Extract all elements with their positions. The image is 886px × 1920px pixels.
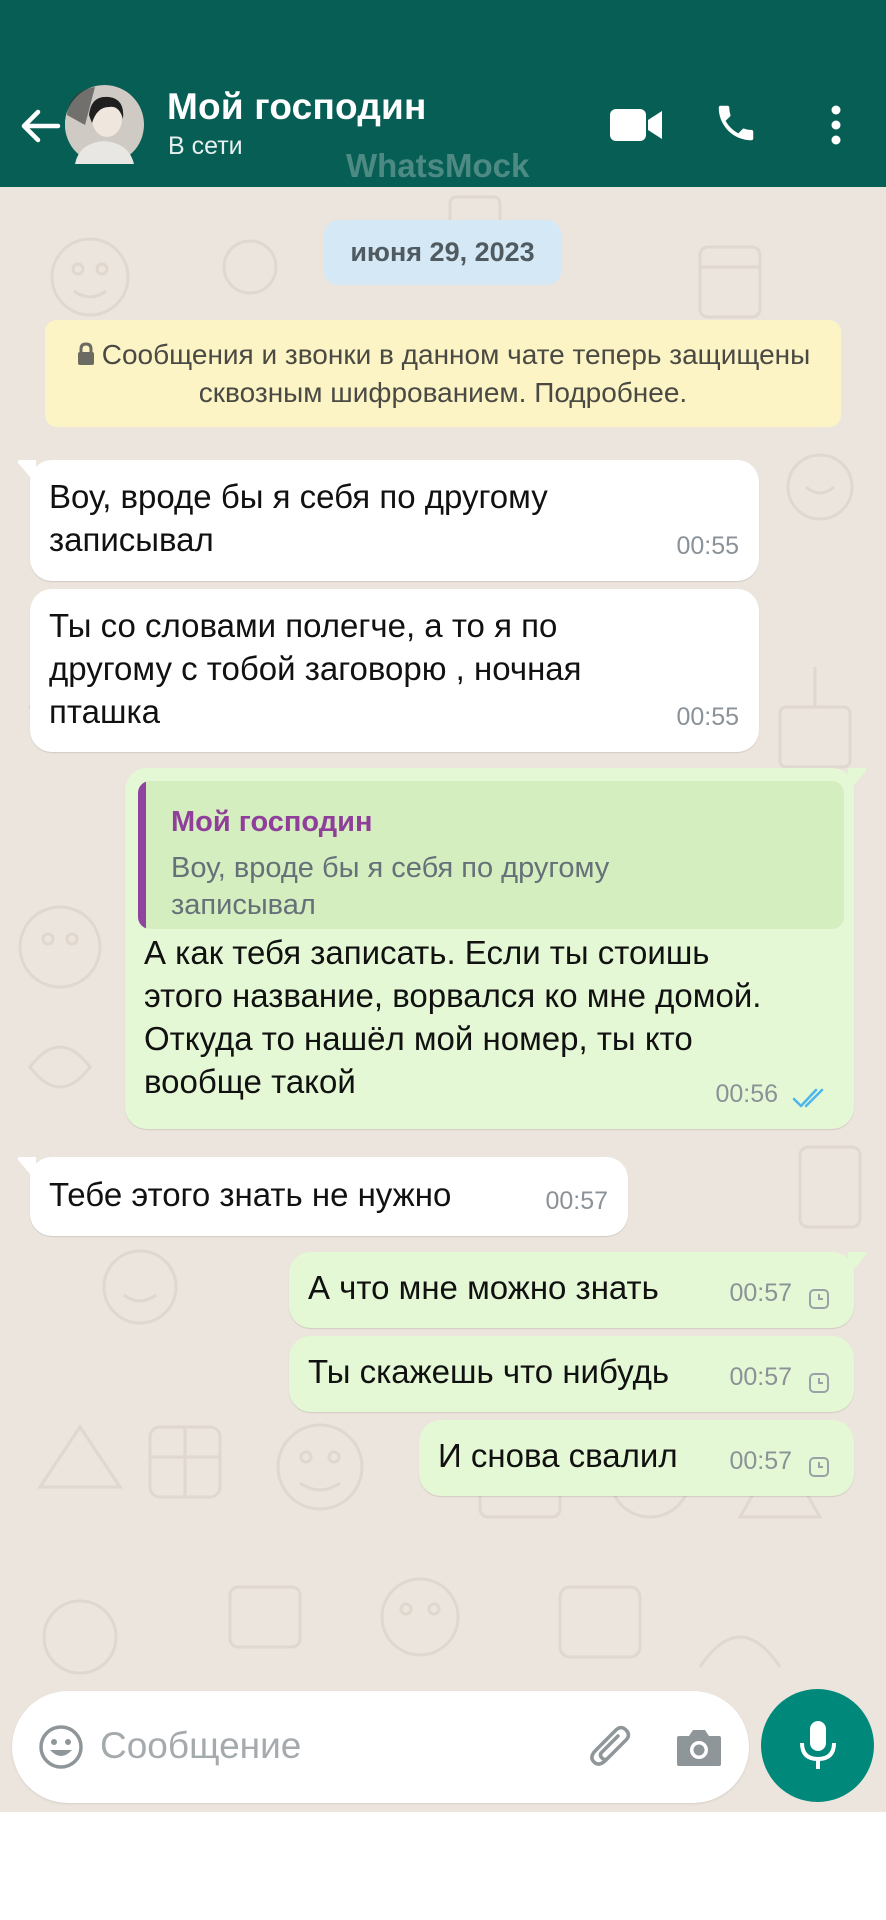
contact-avatar[interactable] — [65, 85, 144, 164]
bubble-tail — [848, 768, 867, 792]
pending-clock-icon — [809, 1457, 829, 1477]
quote-text: Воу, вроде бы я себя по другому записыва… — [171, 852, 610, 921]
message-text: Тебе этого знать не нужно — [49, 1176, 452, 1213]
message-text: Воу, вроде бы я себя по другому записыва… — [49, 478, 548, 558]
message-bubble-outgoing[interactable]: И снова свалил 00:57 — [419, 1420, 854, 1496]
message-composer[interactable]: Сообщение — [12, 1691, 749, 1803]
emoji-icon[interactable] — [38, 1724, 84, 1770]
attach-icon[interactable] — [586, 1722, 638, 1774]
quote-author: Мой господин — [171, 806, 373, 838]
contact-status: В сети — [168, 132, 243, 160]
date-chip: июня 29, 2023 — [324, 220, 561, 285]
phone-icon[interactable] — [713, 100, 759, 146]
pending-clock-icon — [809, 1373, 829, 1393]
message-bubble-outgoing[interactable]: А что мне можно знать 00:57 — [289, 1252, 867, 1328]
message-text: А как тебя записать. Если ты стоишь этог… — [144, 934, 762, 1100]
message-time: 00:55 — [676, 703, 739, 731]
contact-name[interactable]: Мой господин — [167, 86, 427, 128]
message-bubble-outgoing[interactable]: Мой господин Воу, вроде бы я себя по дру… — [125, 768, 867, 1129]
message-bubble-outgoing[interactable]: Ты скажешь что нибудь 00:57 — [289, 1336, 854, 1412]
message-bubble-incoming[interactable]: Тебе этого знать не нужно 00:57 — [17, 1157, 628, 1236]
watermark-text: WhatsMock — [346, 147, 530, 184]
message-bubble-incoming[interactable]: Ты со словами полегче, а то я по другому… — [30, 589, 759, 752]
chat-header: Мой господин В сети WhatsMock — [0, 0, 886, 187]
message-time: 00:56 — [715, 1080, 778, 1108]
encryption-notice-text: Сообщения и звонки в данном чате теперь … — [101, 338, 811, 408]
message-input[interactable]: Сообщение — [100, 1725, 301, 1767]
bubble-tail — [848, 1252, 867, 1276]
message-text: А что мне можно знать — [308, 1269, 659, 1306]
message-text: Ты со словами полегче, а то я по другому… — [49, 607, 582, 730]
back-arrow-icon[interactable] — [18, 104, 62, 148]
message-bubble-incoming[interactable]: Воу, вроде бы я себя по другому записыва… — [17, 460, 759, 581]
message-time: 00:57 — [729, 1363, 792, 1391]
message-time: 00:57 — [729, 1447, 792, 1475]
lock-icon — [77, 341, 94, 365]
message-time: 00:57 — [729, 1279, 792, 1307]
quoted-message[interactable]: Мой господин Воу, вроде бы я себя по дру… — [138, 781, 844, 929]
chat-area[interactable]: июня 29, 2023 Сообщения и звонки в данно… — [0, 187, 886, 1812]
pending-clock-icon — [809, 1289, 829, 1309]
message-text: И снова свалил — [438, 1437, 678, 1474]
mic-button[interactable] — [761, 1689, 874, 1802]
mic-icon — [800, 1721, 836, 1769]
message-text: Ты скажешь что нибудь — [308, 1353, 670, 1390]
quote-accent-bar — [138, 781, 146, 929]
message-time: 00:57 — [545, 1187, 608, 1215]
bottom-area — [0, 1812, 886, 1920]
encryption-notice[interactable]: Сообщения и звонки в данном чате теперь … — [45, 320, 841, 427]
bubble-tail — [17, 1157, 36, 1181]
more-vert-icon[interactable] — [826, 104, 846, 146]
read-ticks-icon — [792, 1088, 824, 1108]
camera-icon[interactable] — [675, 1726, 723, 1768]
message-time: 00:55 — [676, 532, 739, 560]
bubble-tail — [17, 460, 36, 484]
video-call-icon[interactable] — [608, 105, 664, 145]
